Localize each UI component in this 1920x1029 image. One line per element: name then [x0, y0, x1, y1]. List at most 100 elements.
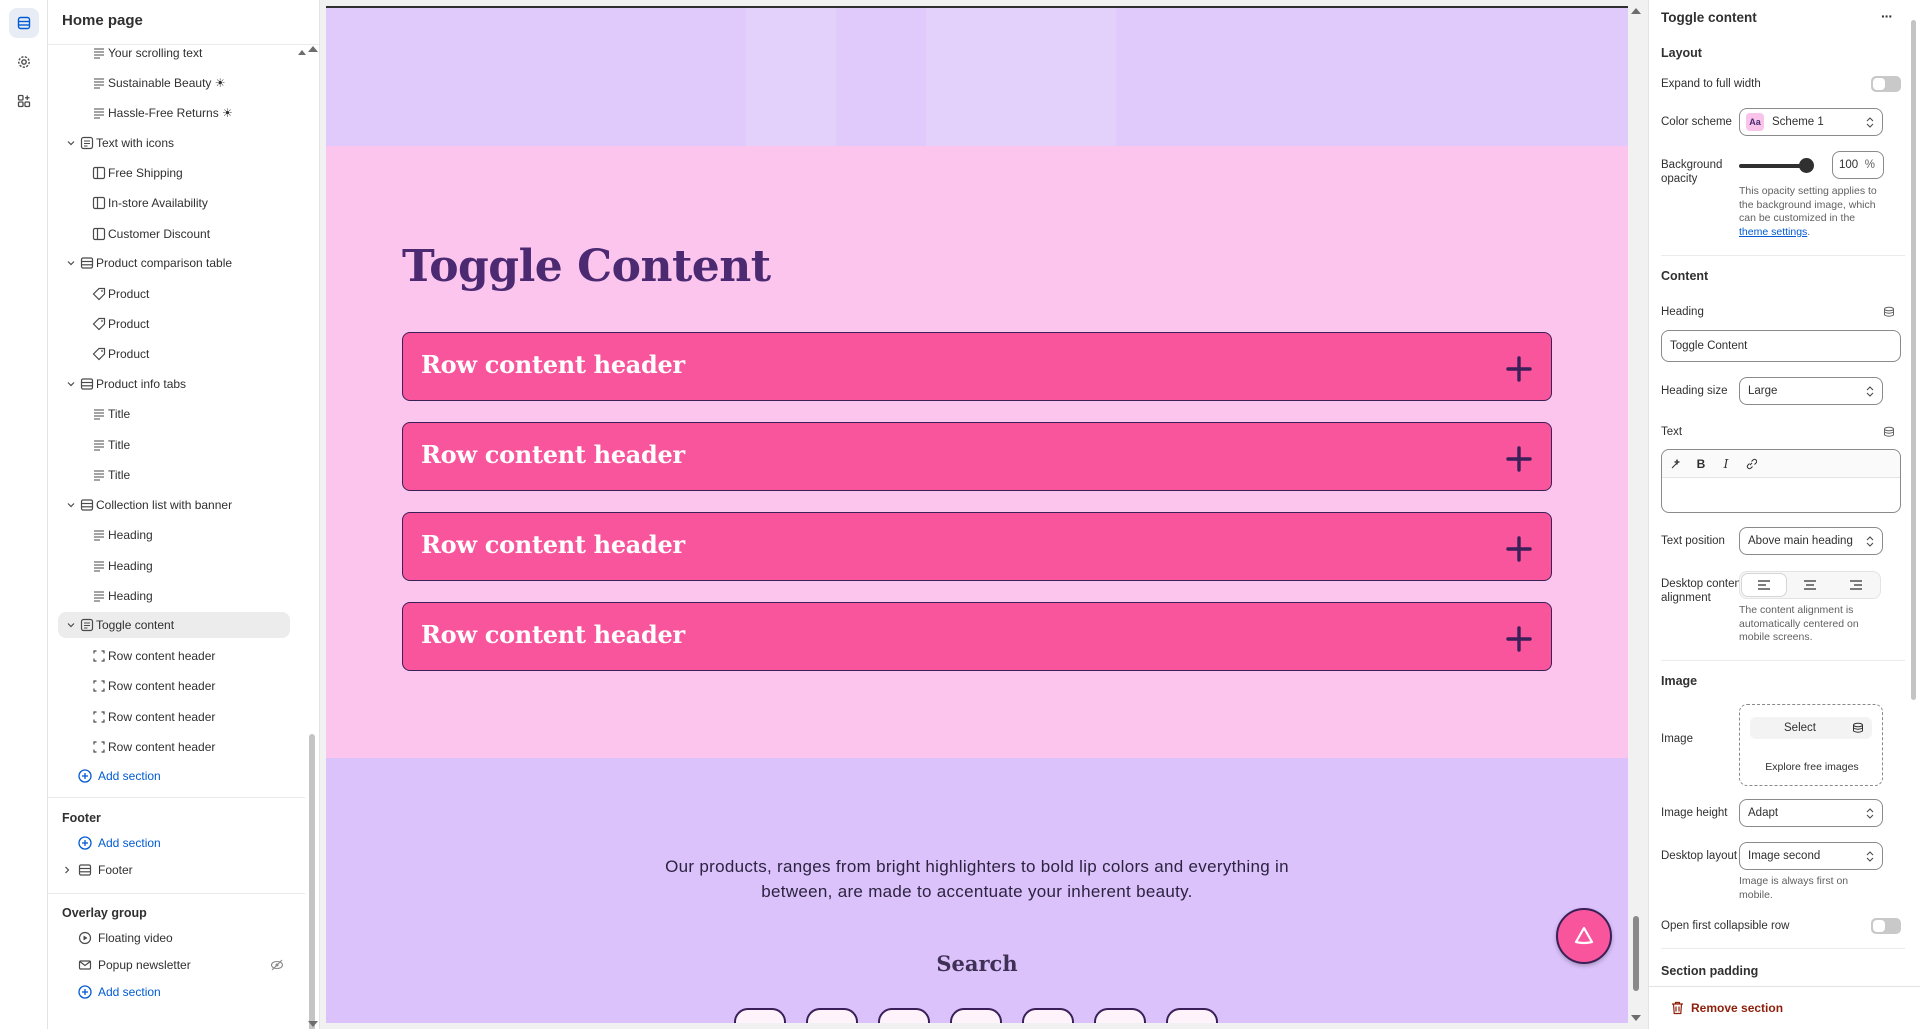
sidebar-section[interactable]: Product comparison table — [48, 250, 306, 276]
explore-free-images-link[interactable]: Explore free images — [1740, 761, 1884, 773]
sidebar-block[interactable]: Sustainable Beauty ☀ — [48, 70, 306, 96]
remove-section-button[interactable]: Remove section — [1649, 986, 1920, 1029]
sidebar-block[interactable]: Title — [48, 462, 306, 488]
align-right-icon[interactable] — [1834, 574, 1878, 596]
sidebar-block[interactable]: Title — [48, 401, 306, 427]
scroll-up-icon[interactable] — [308, 46, 318, 52]
sidebar-block[interactable]: Your scrolling text — [48, 40, 306, 66]
text-position-select[interactable]: Above main heading — [1739, 527, 1883, 555]
plus-icon[interactable] — [1505, 445, 1533, 473]
sidebar-section[interactable]: Toggle content — [48, 612, 306, 638]
opacity-slider-track[interactable] — [1739, 164, 1805, 168]
sections-icon[interactable] — [9, 8, 39, 38]
desktop-layout-select[interactable]: Image second — [1739, 842, 1883, 870]
accordion-row[interactable]: Row content header — [402, 422, 1552, 491]
add-section-button[interactable]: Add section — [48, 763, 306, 789]
plus-icon[interactable] — [1505, 625, 1533, 653]
sidebar-block[interactable]: Heading — [48, 583, 306, 609]
footer-search-heading[interactable]: Search — [326, 951, 1628, 976]
sidebar-block[interactable]: Heading — [48, 522, 306, 548]
chevron-down-icon[interactable] — [66, 500, 76, 510]
heading-input[interactable]: Toggle Content — [1661, 330, 1901, 362]
column-icon — [92, 227, 106, 241]
opacity-input[interactable]: 100 % — [1832, 151, 1884, 179]
sidebar-item-floating-video[interactable]: Floating video — [48, 925, 306, 951]
opacity-slider-handle[interactable] — [1799, 158, 1814, 173]
sidebar-block[interactable]: Title — [48, 432, 306, 458]
image-height-select[interactable]: Adapt — [1739, 799, 1883, 827]
sidebar-block[interactable]: Row content header — [48, 734, 306, 760]
eye-off-icon[interactable] — [270, 958, 284, 972]
sidebar-block[interactable]: Row content header — [48, 643, 306, 669]
expand-full-width-toggle[interactable] — [1871, 76, 1901, 92]
divider — [1661, 255, 1905, 256]
sidebar-section[interactable]: Collection list with banner — [48, 492, 306, 518]
plus-icon[interactable] — [1505, 535, 1533, 563]
accordion-row[interactable]: Row content header — [402, 332, 1552, 401]
chevron-right-icon[interactable] — [62, 865, 72, 875]
theme-settings-link[interactable]: theme settings — [1739, 226, 1807, 238]
sidebar-block[interactable]: Product — [48, 341, 306, 367]
instagram-icon[interactable] — [734, 1008, 786, 1023]
scrollbar-thumb[interactable] — [1911, 20, 1916, 700]
chevron-down-icon[interactable] — [66, 379, 76, 389]
sidebar-section[interactable]: Text with icons — [48, 130, 306, 156]
sidebar-item-popup-newsletter[interactable]: Popup newsletter — [48, 952, 306, 978]
help-line: theme settings. — [1739, 225, 1811, 238]
sidebar-block[interactable]: Free Shipping — [48, 160, 306, 186]
sidebar-block[interactable]: Customer Discount — [48, 221, 306, 247]
scrollbar-thumb[interactable] — [309, 734, 315, 1029]
accordion-row[interactable]: Row content header — [402, 602, 1552, 671]
scrollbar-thumb[interactable] — [1633, 916, 1639, 991]
tiktok-icon[interactable] — [878, 1008, 930, 1023]
plus-icon[interactable] — [1505, 355, 1533, 383]
image-select-button[interactable]: Select — [1750, 717, 1872, 739]
scroll-down-icon[interactable] — [1631, 1015, 1641, 1021]
sidebar-section[interactable]: Product info tabs — [48, 371, 306, 397]
open-first-row-toggle[interactable] — [1871, 918, 1901, 934]
tumblr-icon[interactable] — [1094, 1008, 1146, 1023]
chevron-down-icon[interactable] — [66, 258, 76, 268]
chevron-down-icon[interactable] — [66, 138, 76, 148]
gear-icon[interactable] — [9, 47, 39, 77]
scroll-up-icon[interactable] — [1631, 8, 1641, 14]
panel-scrollbar[interactable] — [1908, 0, 1918, 980]
text-editor[interactable]: B I — [1661, 449, 1901, 513]
align-center-icon[interactable] — [1788, 574, 1832, 596]
sidebar-scrollbar[interactable] — [307, 44, 318, 1029]
sidebar-item-label: Sustainable Beauty ☀ — [108, 76, 226, 90]
more-actions-icon[interactable]: ··· — [1881, 8, 1893, 24]
sidebar-block[interactable]: Hassle-Free Returns ☀ — [48, 100, 306, 126]
color-scheme-select[interactable]: Aa Scheme 1 — [1739, 108, 1883, 136]
x-icon[interactable] — [950, 1008, 1002, 1023]
scroll-to-top-button[interactable] — [1556, 908, 1612, 964]
link-icon[interactable] — [1743, 456, 1759, 472]
chevron-down-icon[interactable] — [66, 620, 76, 630]
scroll-down-icon[interactable] — [308, 1021, 318, 1027]
database-icon[interactable] — [1883, 426, 1895, 438]
overlay-add-section-button[interactable]: Add section — [48, 979, 306, 1005]
sidebar-block[interactable]: Row content header — [48, 673, 306, 699]
bold-icon[interactable]: B — [1693, 456, 1709, 472]
sidebar-item-label: Title — [108, 468, 131, 482]
heading-size-select[interactable]: Large — [1739, 377, 1883, 405]
apps-icon[interactable] — [9, 86, 39, 116]
accordion-row[interactable]: Row content header — [402, 512, 1552, 581]
preview-scrollbar[interactable] — [1630, 6, 1642, 1023]
sidebar-block[interactable]: Row content header — [48, 704, 306, 730]
pinterest-icon[interactable] — [1022, 1008, 1074, 1023]
align-left-icon[interactable] — [1742, 574, 1786, 596]
database-icon[interactable] — [1883, 306, 1895, 318]
youtube-icon[interactable] — [1166, 1008, 1218, 1023]
sidebar-item-footer[interactable]: Footer — [48, 857, 306, 883]
scroll-up-icon[interactable] — [298, 50, 306, 55]
sidebar-block[interactable]: Product — [48, 311, 306, 337]
sidebar-block[interactable]: Heading — [48, 553, 306, 579]
image-heading: Image — [1661, 674, 1698, 688]
footer-add-section-button[interactable]: Add section — [48, 830, 306, 856]
sidebar-block[interactable]: In-store Availability — [48, 190, 306, 216]
magic-icon[interactable] — [1668, 456, 1684, 472]
sidebar-block[interactable]: Product — [48, 281, 306, 307]
italic-icon[interactable]: I — [1718, 456, 1734, 472]
facebook-icon[interactable] — [806, 1008, 858, 1023]
